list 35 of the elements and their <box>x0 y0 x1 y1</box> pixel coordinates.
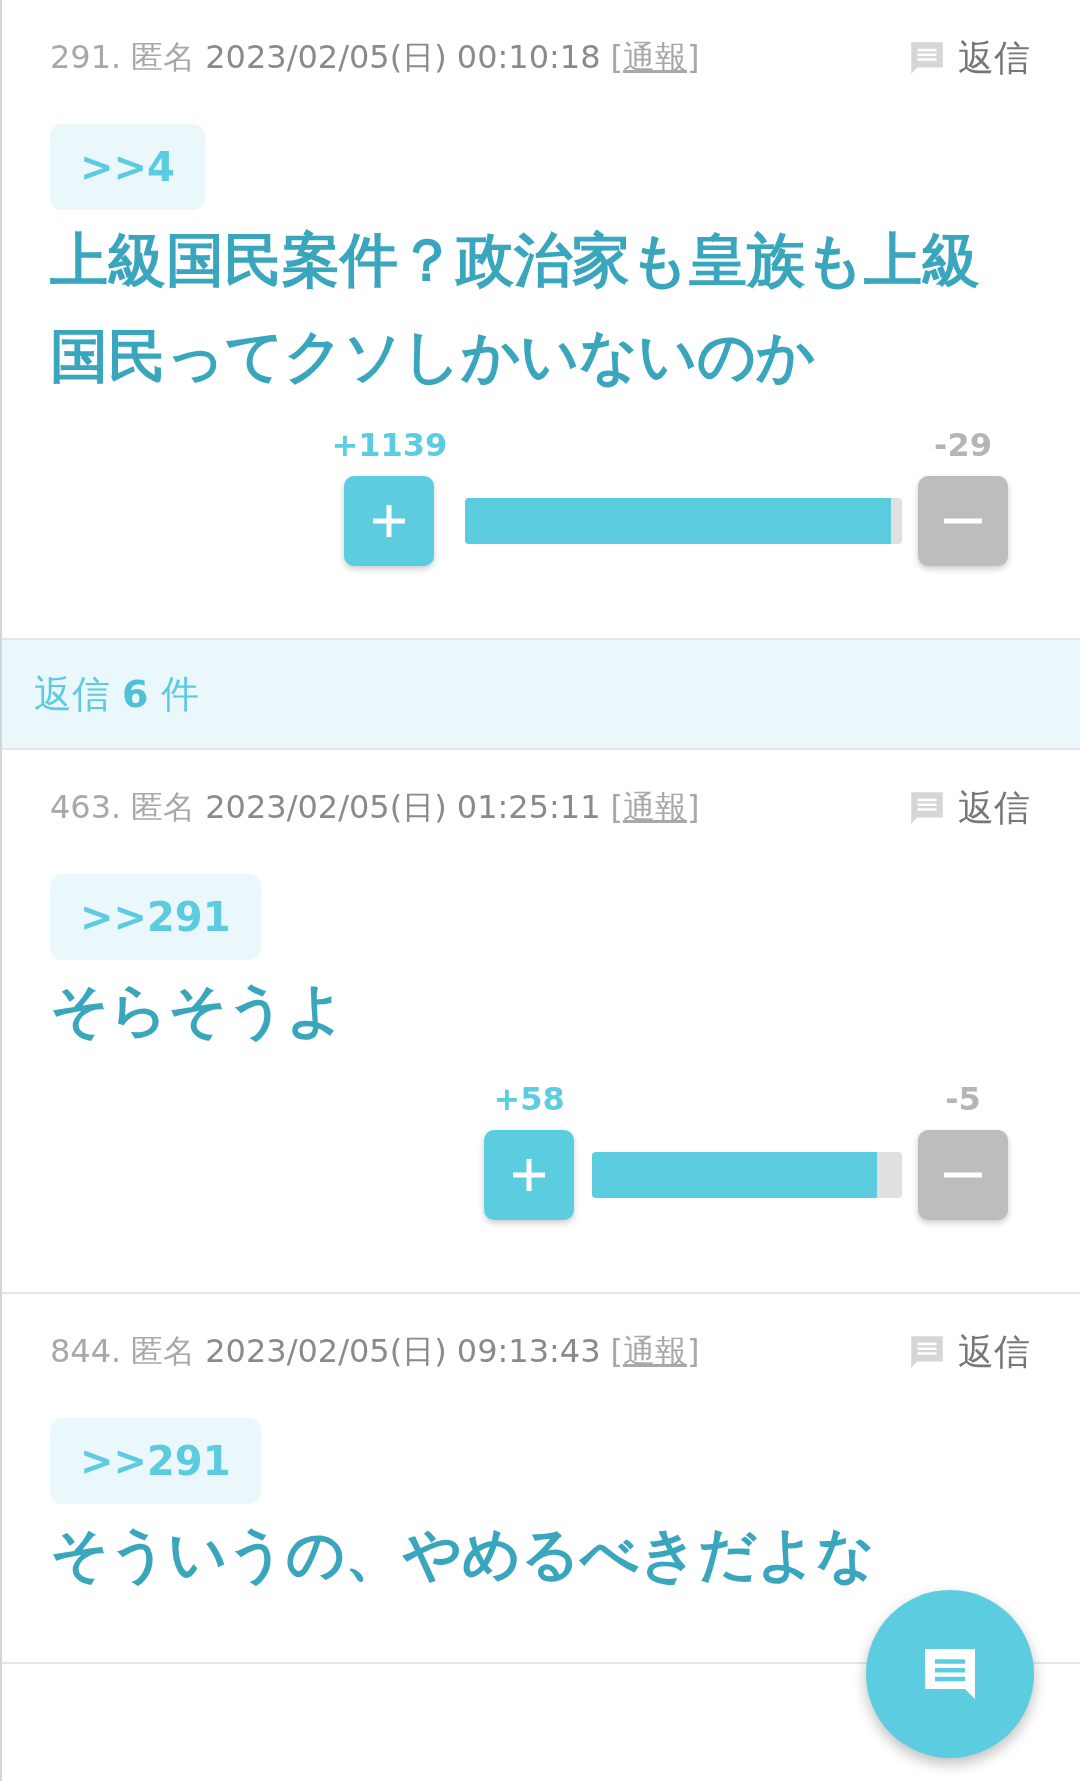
downvote-button[interactable] <box>918 476 1008 566</box>
quote-link[interactable]: >>4 <box>50 124 205 210</box>
reply-button[interactable]: 返信 <box>908 1327 1030 1377</box>
upvote-button[interactable] <box>484 1130 575 1220</box>
post-text: そういうの、やめるべきだよな <box>50 1519 876 1590</box>
author-name: 匿名 <box>131 787 196 828</box>
quote-link[interactable]: >>291 <box>50 874 261 960</box>
author-name: 匿名 <box>131 37 196 78</box>
post-number: 463. <box>50 788 122 826</box>
reply-button[interactable]: 返信 <box>908 33 1030 83</box>
reply-count: 返信 6 件 <box>34 670 199 718</box>
reply-button[interactable]: 返信 <box>908 783 1030 833</box>
post-date: 2023/02/05(日) 01:25:11 <box>205 787 601 828</box>
downvote-count: -29 <box>934 426 992 466</box>
minus-icon <box>944 518 982 524</box>
author-name: 匿名 <box>131 1331 196 1372</box>
quote-link[interactable]: >>291 <box>50 1418 261 1504</box>
downvote-button[interactable] <box>918 1130 1008 1220</box>
comment-fab[interactable] <box>866 1590 1034 1758</box>
downvote-count: -5 <box>945 1080 981 1120</box>
post-text: 上級国民案件？政治家も皇族も上級国民ってクソしかいないのか <box>50 225 981 392</box>
report-link[interactable]: [通報] <box>610 786 700 830</box>
upvote-count: +58 <box>493 1080 565 1120</box>
post-date: 2023/02/05(日) 00:10:18 <box>205 37 601 78</box>
report-link[interactable]: [通報] <box>610 36 700 80</box>
plus-icon <box>511 1157 548 1193</box>
post-number: 844. <box>50 1332 122 1370</box>
post-text: そらそうよ <box>50 975 346 1046</box>
plus-icon <box>371 503 408 539</box>
report-link[interactable]: [通報] <box>610 1330 700 1374</box>
post-number: 291. <box>50 38 122 76</box>
post-date: 2023/02/05(日) 09:13:43 <box>205 1331 601 1372</box>
upvote-button[interactable] <box>344 476 435 566</box>
upvote-count: +1139 <box>331 426 448 466</box>
minus-icon <box>944 1172 982 1178</box>
